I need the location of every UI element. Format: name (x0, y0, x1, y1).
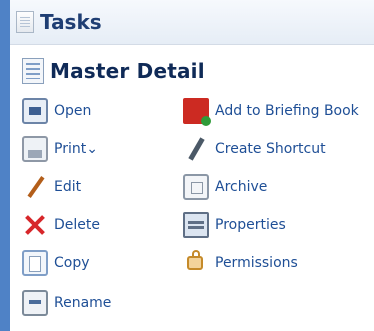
briefing-book-icon (183, 98, 211, 126)
archive-task[interactable]: Archive (183, 174, 267, 200)
print-label: Print (54, 141, 87, 157)
copy-label: Copy (54, 255, 90, 271)
create-shortcut-label: Create Shortcut (215, 141, 326, 157)
rename-icon (22, 290, 48, 316)
permissions-task[interactable]: Permissions (183, 250, 298, 276)
open-label: Open (54, 103, 92, 119)
permissions-icon (183, 250, 209, 276)
permissions-label: Permissions (215, 255, 298, 271)
create-shortcut-task[interactable]: Create Shortcut (183, 136, 326, 162)
add-to-briefing-book-task[interactable]: Add to Briefing Book (183, 98, 359, 126)
open-icon (22, 98, 48, 124)
copy-icon (22, 250, 48, 276)
rename-task[interactable]: Rename (22, 290, 111, 316)
master-detail-title: Master Detail (50, 59, 205, 83)
tasks-title: Tasks (40, 10, 102, 34)
delete-task[interactable]: Delete (22, 212, 100, 238)
tasks-icon (16, 11, 34, 33)
copy-task[interactable]: Copy (22, 250, 90, 276)
properties-task[interactable]: Properties (183, 212, 286, 238)
properties-icon (183, 212, 209, 238)
edit-icon (22, 174, 48, 200)
delete-label: Delete (54, 217, 100, 233)
master-detail-icon (22, 58, 44, 84)
edit-task[interactable]: Edit (22, 174, 81, 200)
open-task[interactable]: Open (22, 98, 91, 124)
edit-label: Edit (54, 179, 82, 195)
delete-icon (22, 212, 48, 238)
print-icon (22, 136, 48, 162)
add-to-briefing-book-label: Add to Briefing Book (215, 103, 359, 119)
properties-label: Properties (215, 217, 286, 233)
print-dropdown-chevron-icon[interactable]: ⌄ (86, 141, 98, 157)
archive-label: Archive (215, 179, 268, 195)
rename-label: Rename (54, 295, 112, 311)
tasks-panel: Tasks Master Detail Open Print ⌄ Edit De… (0, 0, 374, 331)
master-detail-row[interactable]: Master Detail (22, 58, 205, 84)
archive-icon (183, 174, 209, 200)
print-task[interactable]: Print ⌄ (22, 136, 98, 162)
tasks-header: Tasks (10, 0, 374, 45)
create-shortcut-icon (183, 136, 209, 162)
